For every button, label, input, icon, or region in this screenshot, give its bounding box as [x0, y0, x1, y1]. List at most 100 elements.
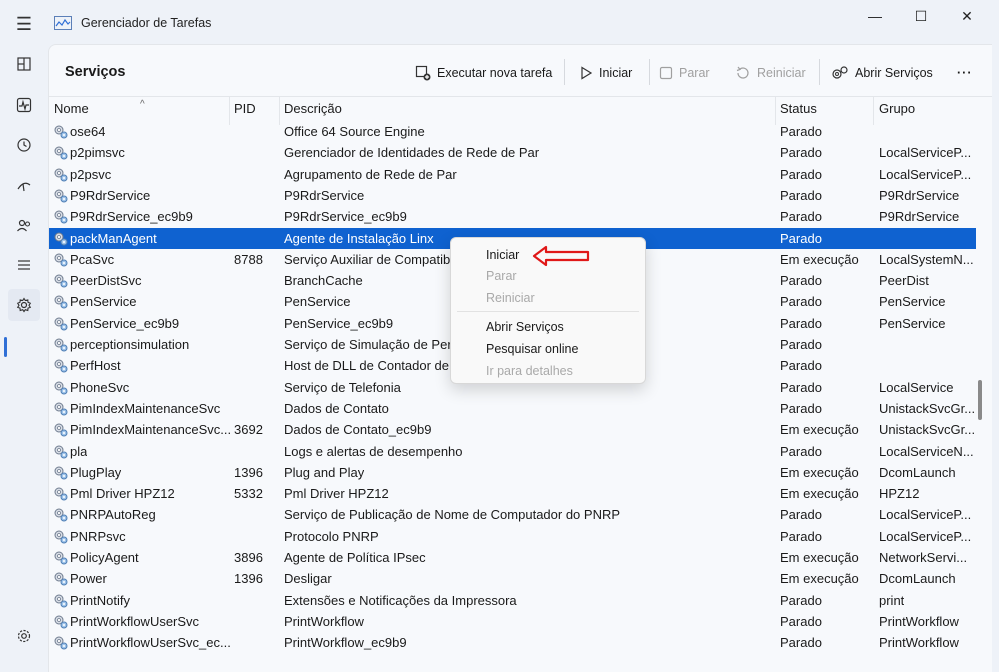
table-row[interactable]: PimIndexMaintenanceSvc Dados de Contato Pa… — [49, 398, 976, 419]
open-services-button[interactable]: Abrir Serviços — [831, 61, 933, 85]
cell-description: Agrupamento de Rede de Par — [284, 166, 457, 182]
table-row[interactable]: PNRPAutoReg Serviço de Publicação de Nome… — [49, 504, 976, 525]
restart-service-button[interactable]: Reiniciar — [735, 61, 806, 85]
service-gear-icon — [53, 358, 68, 373]
cell-pid: 8788 — [234, 251, 263, 267]
column-header-status[interactable]: Status — [780, 101, 817, 121]
toolbar-divider — [819, 59, 820, 85]
context-menu-start[interactable]: Iniciar — [486, 248, 519, 262]
start-service-button[interactable]: Iniciar — [579, 61, 632, 85]
cell-description: Office 64 Source Engine — [284, 124, 425, 139]
column-header-group[interactable]: Grupo — [879, 101, 915, 121]
column-header-description[interactable]: Descrição — [284, 101, 342, 121]
cell-description: P9RdrService — [284, 187, 365, 203]
cell-status: Parado — [780, 124, 822, 139]
table-row[interactable]: p2psvc Agrupamento de Rede de Par Parado Lo… — [49, 164, 976, 185]
cell-status: Parado — [780, 166, 822, 182]
context-menu-open-services[interactable]: Abrir Serviços — [486, 320, 564, 334]
service-gear-icon — [53, 422, 68, 437]
context-menu-search-online[interactable]: Pesquisar online — [486, 342, 578, 356]
table-row[interactable]: Power 1396 Desligar Em execução DcomLaunch — [49, 568, 976, 589]
services-icon[interactable] — [8, 289, 40, 321]
cell-name: PolicyAgent — [70, 550, 139, 565]
table-row[interactable]: PlugPlay 1396 Plug and Play Em execução Dcom… — [49, 462, 976, 483]
cell-name: Power — [70, 571, 107, 587]
table-row[interactable]: P9RdrService_ec9b9 P9RdrService_ec9b9 Para… — [49, 206, 976, 227]
more-options-button[interactable]: ··· — [957, 61, 973, 85]
cell-name: PNRPAutoReg — [70, 507, 156, 523]
cell-name: p2psvc — [70, 166, 112, 182]
minimize-button[interactable]: — — [852, 4, 898, 28]
cell-group: LocalServiceP... — [879, 528, 972, 544]
table-row[interactable]: Pml Driver HPZ12 5332 Pml Driver HPZ12 Em e… — [49, 483, 976, 504]
service-gear-icon — [53, 507, 68, 522]
cell-description: Agente de Instalação Linx — [284, 230, 434, 246]
sidebar-nav — [0, 44, 48, 671]
context-menu-stop[interactable]: Parar — [486, 269, 517, 283]
vertical-scrollbar-thumb[interactable] — [978, 380, 982, 420]
cell-group: LocalServiceN... — [879, 443, 974, 459]
services-gears-icon — [832, 66, 848, 79]
cell-description: Desligar — [284, 571, 332, 587]
cell-status: Parado — [780, 145, 822, 161]
table-row[interactable]: PolicyAgent 3896 Agente de Política IPsec E… — [49, 547, 976, 568]
table-row[interactable]: PrintNotify Extensões e Notificações da I… — [49, 590, 976, 611]
table-row[interactable]: PNRPsvc Protocolo PNRP Parado LocalServiceP… — [49, 526, 976, 547]
run-new-task-button[interactable]: Executar nova tarefa — [415, 61, 552, 85]
table-row[interactable]: PrintWorkflowUserSvc_ec... PrintWorkflow_… — [49, 632, 976, 653]
context-menu-restart[interactable]: Reiniciar — [486, 291, 535, 305]
cell-status: Parado — [780, 230, 822, 246]
context-menu-go-to-details[interactable]: Ir para detalhes — [486, 364, 573, 378]
table-row[interactable]: pla Logs e alertas de desempenho Parado Loc… — [49, 441, 976, 462]
service-gear-icon — [53, 401, 68, 416]
table-row[interactable]: PimIndexMaintenanceSvc... 3692 Dados de Co… — [49, 419, 976, 440]
service-gear-icon — [53, 593, 68, 608]
cell-pid: 3896 — [234, 550, 263, 565]
cell-group: PeerDist — [879, 273, 929, 289]
startup-apps-icon[interactable] — [8, 170, 40, 202]
table-row[interactable]: ose64 Office 64 Source Engine Parado — [49, 121, 976, 142]
service-gear-icon — [53, 614, 68, 629]
cell-status: Em execução — [780, 571, 859, 587]
stop-service-button[interactable]: Parar — [659, 61, 710, 85]
table-row[interactable]: P9RdrService P9RdrService Parado P9RdrServi… — [49, 185, 976, 206]
cell-group: LocalSystemN... — [879, 251, 974, 267]
service-gear-icon — [53, 635, 68, 650]
cell-status: Parado — [780, 400, 822, 416]
cell-description: PenService — [284, 294, 351, 310]
app-history-icon[interactable] — [8, 129, 40, 161]
close-button[interactable]: ✕ — [944, 4, 990, 28]
cell-description: Gerenciador de Identidades de Rede de Pa… — [284, 145, 540, 161]
column-header-pid[interactable]: PID — [234, 101, 256, 121]
performance-icon[interactable] — [8, 89, 40, 121]
service-gear-icon — [53, 529, 68, 544]
cell-pid: 1396 — [234, 571, 263, 587]
service-gear-icon — [53, 273, 68, 288]
details-list-icon[interactable] — [8, 249, 40, 281]
service-gear-icon — [53, 167, 68, 182]
cell-name: pla — [70, 443, 88, 459]
cell-status: Em execução — [780, 486, 859, 502]
column-header-name[interactable]: Nome ^ — [54, 99, 145, 121]
cell-status: Em execução — [780, 251, 859, 267]
service-gear-icon — [53, 188, 68, 203]
cell-status: Parado — [780, 507, 822, 523]
window-title: Gerenciador de Tarefas — [81, 16, 212, 30]
service-gear-icon — [53, 486, 68, 501]
hamburger-menu-icon[interactable]: ☰ — [10, 10, 38, 38]
users-icon[interactable] — [8, 210, 40, 242]
stop-icon — [659, 66, 673, 80]
new-task-icon — [415, 65, 431, 81]
service-gear-icon — [53, 550, 68, 565]
maximize-button[interactable]: ☐ — [898, 4, 944, 28]
cell-name: P9RdrService_ec9b9 — [70, 209, 193, 225]
processes-icon[interactable] — [8, 48, 40, 80]
service-gear-icon — [53, 571, 68, 586]
cell-status: Parado — [780, 187, 822, 203]
cell-name: PerfHost — [70, 358, 121, 374]
table-row[interactable]: PrintWorkflowUserSvc PrintWorkflow Parado P… — [49, 611, 976, 632]
table-row[interactable]: p2pimsvc Gerenciador de Identidades de Re… — [49, 142, 976, 163]
service-gear-icon — [53, 316, 68, 331]
settings-gear-icon[interactable] — [8, 620, 40, 652]
open-services-label: Abrir Serviços — [855, 66, 933, 80]
